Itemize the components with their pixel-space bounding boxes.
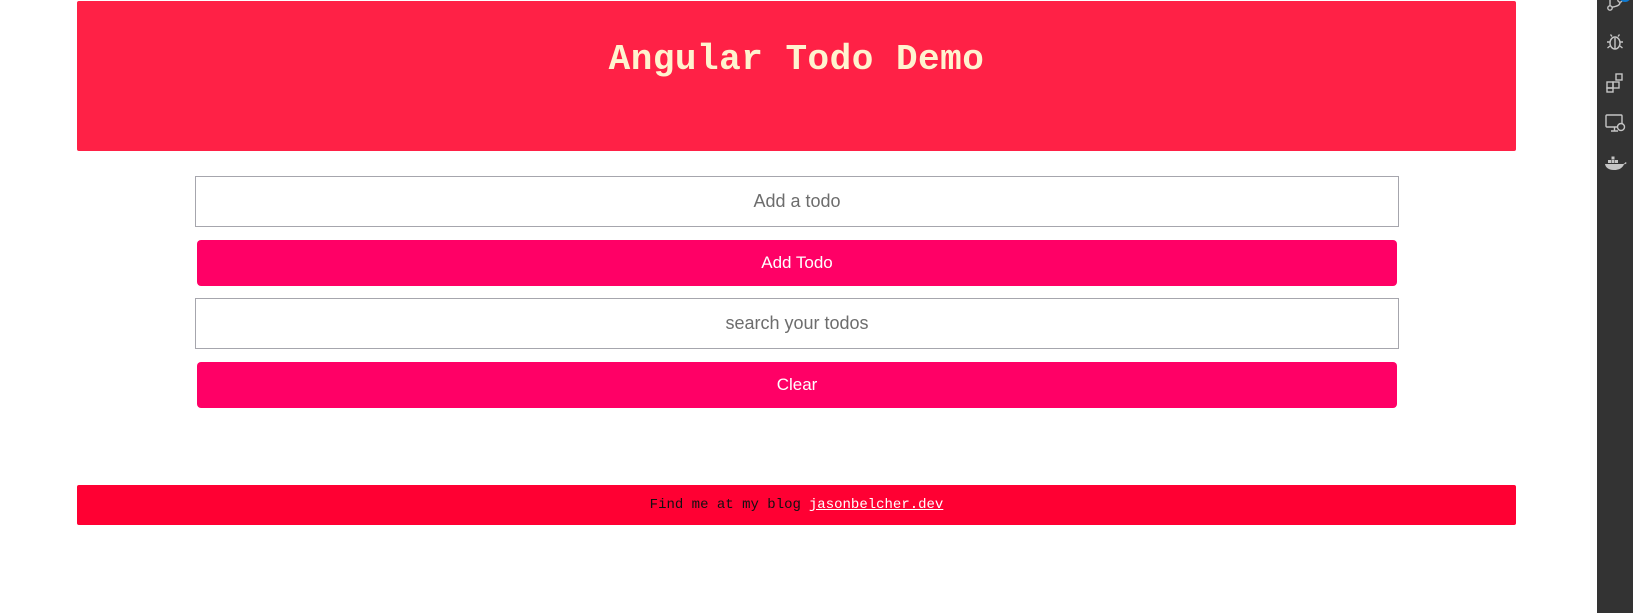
docker-icon[interactable] — [1603, 151, 1627, 175]
activity-bar: 7 — [1597, 0, 1633, 613]
debug-icon[interactable] — [1603, 30, 1627, 54]
extensions-icon[interactable] — [1603, 71, 1627, 95]
add-todo-button[interactable]: Add Todo — [197, 240, 1397, 286]
source-control-icon[interactable]: 7 — [1603, 0, 1631, 16]
blog-link[interactable]: jasonbelcher.dev — [809, 497, 943, 513]
add-todo-input[interactable] — [195, 176, 1399, 227]
header-banner: Angular Todo Demo — [77, 1, 1516, 151]
remote-explorer-icon[interactable] — [1603, 111, 1627, 135]
footer-text: Find me at my blog — [649, 497, 801, 513]
footer: Find me at my blog jasonbelcher.dev — [77, 485, 1516, 525]
search-input[interactable] — [195, 298, 1399, 349]
clear-button[interactable]: Clear — [197, 362, 1397, 408]
app-page: Angular Todo Demo Add Todo Clear Find me… — [0, 0, 1597, 613]
page-title: Angular Todo Demo — [608, 39, 985, 80]
